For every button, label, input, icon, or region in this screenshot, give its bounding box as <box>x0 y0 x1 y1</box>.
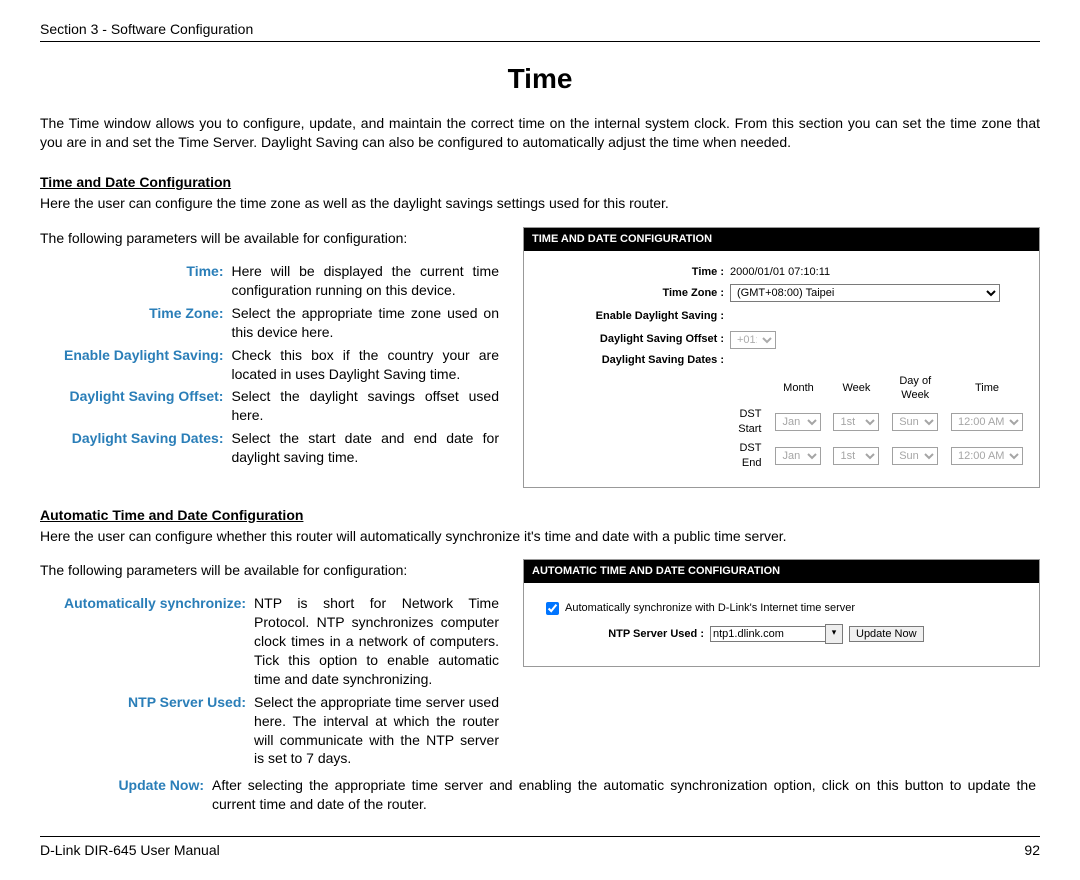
def-desc: Select the start date and end date for d… <box>227 429 503 471</box>
section2-params-intro: The following parameters will be availab… <box>40 561 503 580</box>
def-desc: Check this box if the country your are l… <box>227 346 503 388</box>
def-term: Automatically synchronize: <box>60 594 250 692</box>
section-label: Section 3 - Software Configuration <box>40 21 253 37</box>
dst-start-time[interactable]: 12:00 AM <box>951 413 1023 431</box>
enable-ds-label: Enable Daylight Saving : <box>534 309 730 324</box>
ds-offset-select[interactable]: +01:00 <box>730 331 776 349</box>
def-term: Enable Daylight Saving: <box>60 346 227 388</box>
section-time-date: Time and Date Configuration Here the use… <box>40 173 1040 487</box>
dst-end-label: DST End <box>730 439 769 473</box>
section2-intro: Here the user can configure whether this… <box>40 527 1040 546</box>
ds-offset-label: Daylight Saving Offset : <box>534 332 730 347</box>
intro-paragraph: The Time window allows you to configure,… <box>40 114 1040 152</box>
ds-dates-label: Daylight Saving Dates : <box>534 353 730 368</box>
def-term: Time Zone: <box>60 304 227 346</box>
col-time: Time <box>945 372 1029 406</box>
dst-end-week[interactable]: 1st <box>833 447 879 465</box>
page-header: Section 3 - Software Configuration <box>40 20 1040 42</box>
auto-sync-checkbox[interactable] <box>546 602 559 615</box>
footer-right: 92 <box>1024 841 1040 860</box>
section2-heading: Automatic Time and Date Configuration <box>40 506 1040 525</box>
dst-end-dow[interactable]: Sun <box>892 447 938 465</box>
dst-start-dow[interactable]: Sun <box>892 413 938 431</box>
dst-end-time[interactable]: 12:00 AM <box>951 447 1023 465</box>
time-value: 2000/01/01 07:10:11 <box>730 265 1029 280</box>
def-desc: After selecting the appropriate time ser… <box>208 776 1040 818</box>
footer-left: D-Link DIR-645 User Manual <box>40 841 220 860</box>
section1-heading: Time and Date Configuration <box>40 173 1040 192</box>
dst-start-label: DST Start <box>730 405 769 439</box>
def-term: Daylight Saving Offset: <box>60 387 227 429</box>
def-desc: NTP is short for Network Time Protocol. … <box>250 594 503 692</box>
def-term: NTP Server Used: <box>60 693 250 773</box>
page-title: Time <box>40 60 1040 98</box>
auto-sync-label: Automatically synchronize with D-Link's … <box>565 601 855 616</box>
panel-title: TIME AND DATE CONFIGURATION <box>524 228 1039 251</box>
def-desc: Select the appropriate time server used … <box>250 693 503 773</box>
dst-table: Month Week Day of Week Time DST Start Ja… <box>730 372 1029 473</box>
section2-defs-table: Automatically synchronize: NTP is short … <box>60 594 503 772</box>
section2-defs-table-extra: Update Now: After selecting the appropri… <box>60 776 1040 818</box>
col-month: Month <box>769 372 827 406</box>
time-date-panel: TIME AND DATE CONFIGURATION Time : 2000/… <box>523 227 1040 487</box>
def-desc: Select the appropriate time zone used on… <box>227 304 503 346</box>
timezone-select[interactable]: (GMT+08:00) Taipei <box>730 284 1000 302</box>
col-week: Week <box>827 372 885 406</box>
def-term: Update Now: <box>60 776 208 818</box>
section-auto-time-date: Automatic Time and Date Configuration He… <box>40 506 1040 818</box>
ntp-dropdown-icon[interactable]: ▾ <box>825 624 843 644</box>
def-desc: Select the daylight savings offset used … <box>227 387 503 429</box>
timezone-label: Time Zone : <box>534 286 730 301</box>
dst-start-week[interactable]: 1st <box>833 413 879 431</box>
def-term: Time: <box>60 262 227 304</box>
time-label: Time : <box>534 265 730 280</box>
def-desc: Here will be displayed the current time … <box>227 262 503 304</box>
def-term: Daylight Saving Dates: <box>60 429 227 471</box>
section1-defs-table: Time: Here will be displayed the current… <box>60 262 503 471</box>
page-footer: D-Link DIR-645 User Manual 92 <box>40 836 1040 860</box>
section1-params-intro: The following parameters will be availab… <box>40 229 503 248</box>
update-now-button[interactable]: Update Now <box>849 626 924 642</box>
ntp-server-input[interactable] <box>710 626 826 642</box>
section1-intro: Here the user can configure the time zon… <box>40 194 1040 213</box>
auto-time-panel: AUTOMATIC TIME AND DATE CONFIGURATION Au… <box>523 559 1040 667</box>
panel2-title: AUTOMATIC TIME AND DATE CONFIGURATION <box>524 560 1039 583</box>
ntp-label: NTP Server Used : <box>534 627 710 642</box>
dst-end-month[interactable]: Jan <box>775 447 821 465</box>
col-dow: Day of Week <box>885 372 945 406</box>
dst-start-month[interactable]: Jan <box>775 413 821 431</box>
